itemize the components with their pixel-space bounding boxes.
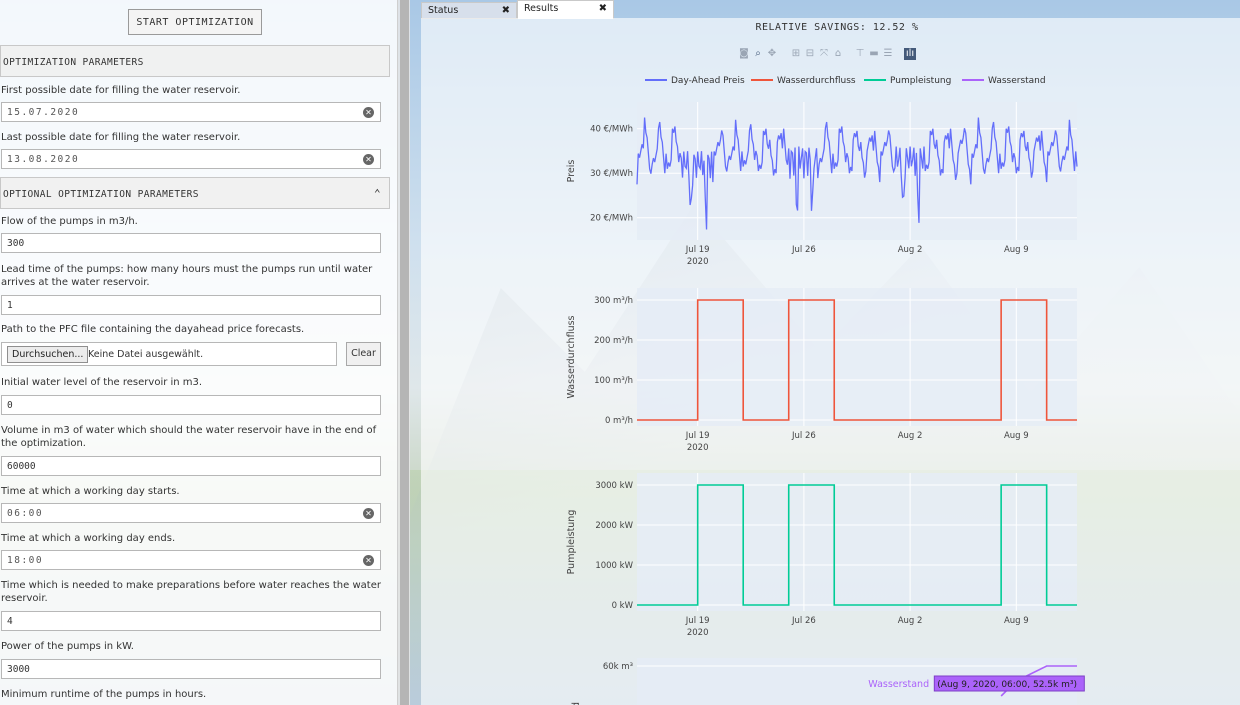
target-volume-input[interactable]: 60000	[1, 456, 381, 476]
x-tick-label: 2020	[687, 257, 709, 267]
x-tick-label: Aug 9	[1004, 431, 1029, 441]
close-icon[interactable]: ✖	[599, 3, 607, 14]
x-tick-label: Aug 9	[1004, 616, 1029, 626]
y-tick-label: 0 m³/h	[605, 416, 633, 426]
pfc-label: Path to the PFC file containing the daya…	[1, 324, 305, 335]
x-tick-label: Jul 26	[791, 431, 816, 441]
y-tick-label: 200 m³/h	[594, 336, 633, 346]
clear-icon[interactable]: ✕	[363, 154, 374, 165]
x-tick-label: Jul 19	[685, 245, 710, 255]
day-start-value: 06:00	[7, 508, 44, 519]
x-tick-label: 2020	[687, 628, 709, 638]
prep-time-input[interactable]: 4	[1, 611, 381, 631]
y-tick-label: 3000 kW	[595, 481, 633, 491]
y-tick-label: 20 €/MWh	[590, 214, 633, 224]
day-start-label: Time at which a working day starts.	[1, 486, 180, 497]
min-runtime-label: Minimum runtime of the pumps in hours.	[1, 689, 207, 700]
left-scrollbar[interactable]	[397, 0, 410, 705]
y-tick-label: 0 kW	[612, 601, 634, 611]
x-tick-label: Jul 19	[685, 431, 710, 441]
y-tick-label: 1000 kW	[595, 561, 633, 571]
results-panel: RELATIVE SAVINGS: 12.52 % ◙ ⌕ ✥ ⊞ ⊟ ⤧ ⌂ …	[421, 18, 1240, 705]
y-axis-title: Preis	[566, 160, 577, 183]
pump-power-input[interactable]: 3000	[1, 659, 381, 679]
browse-button[interactable]: Durchsuchen...	[7, 346, 89, 363]
last-date-input[interactable]: 13.08.2020 ✕	[1, 149, 381, 169]
first-date-value: 15.07.2020	[7, 107, 80, 118]
day-end-value: 18:00	[7, 555, 44, 566]
close-icon[interactable]: ✖	[502, 5, 510, 16]
day-end-label: Time at which a working day ends.	[1, 533, 176, 544]
x-tick-label: Aug 2	[898, 616, 923, 626]
flow-label: Flow of the pumps in m3/h.	[1, 216, 138, 227]
start-optimization-button[interactable]: START OPTIMIZATION	[128, 9, 262, 35]
last-date-value: 13.08.2020	[7, 154, 80, 165]
clear-icon[interactable]: ✕	[363, 555, 374, 566]
flow-input[interactable]: 300	[1, 233, 381, 253]
initial-level-label: Initial water level of the reservoir in …	[1, 377, 203, 388]
scrollbar-thumb[interactable]	[400, 0, 409, 705]
y-axis-title: Pumpleistung	[566, 510, 577, 575]
x-tick-label: Jul 19	[685, 616, 710, 626]
y-tick-label: 60k m³	[603, 662, 633, 672]
no-file-text: Keine Datei ausgewählt.	[88, 349, 204, 360]
tooltip-series-label: Wasserstand	[868, 679, 929, 690]
clear-icon[interactable]: ✕	[363, 508, 374, 519]
clear-icon[interactable]: ✕	[363, 107, 374, 118]
y-tick-label: 300 m³/h	[594, 296, 633, 306]
tab-status[interactable]: Status ✖	[421, 2, 517, 19]
day-start-input[interactable]: 06:00 ✕	[1, 503, 381, 523]
last-date-label: Last possible date for filling the water…	[1, 132, 241, 143]
y-axis-title: Wasserdurchfluss	[566, 315, 577, 398]
tab-status-label: Status	[428, 5, 459, 16]
x-tick-label: Jul 26	[791, 616, 816, 626]
chevron-up-icon: ⌃	[373, 187, 381, 200]
clear-file-button[interactable]: Clear	[346, 342, 381, 366]
lead-time-label: Lead time of the pumps: how many hours m…	[1, 264, 373, 288]
section-optimization-parameters[interactable]: OPTIMIZATION PARAMETERS	[0, 45, 390, 77]
charts-svg[interactable]: Jul 19 2020 Jul 26 Aug 2 Aug 9 20 €/MWh 30 €/M…	[421, 18, 1240, 705]
x-tick-label: Aug 2	[898, 431, 923, 441]
first-date-input[interactable]: 15.07.2020 ✕	[1, 102, 381, 122]
plot-area	[637, 473, 1077, 611]
section-optional-title: OPTIONAL OPTIMIZATION PARAMETERS	[3, 189, 199, 200]
x-tick-label: Jul 26	[791, 245, 816, 255]
plot-area	[637, 288, 1077, 426]
x-tick-label: Aug 9	[1004, 245, 1029, 255]
x-tick-label: Aug 2	[898, 245, 923, 255]
day-end-input[interactable]: 18:00 ✕	[1, 550, 381, 570]
pump-power-label: Power of the pumps in kW.	[1, 641, 134, 652]
section-optional-parameters[interactable]: OPTIONAL OPTIMIZATION PARAMETERS ⌃	[0, 177, 390, 209]
y-tick-label: 2000 kW	[595, 521, 633, 531]
y-tick-label: 40 €/MWh	[590, 125, 633, 135]
lead-time-input[interactable]: 1	[1, 295, 381, 315]
tab-results-label: Results	[524, 3, 559, 14]
initial-level-input[interactable]: 0	[1, 395, 381, 415]
target-volume-label: Volume in m3 of water which should the w…	[1, 425, 377, 449]
first-date-label: First possible date for filling the wate…	[1, 85, 241, 96]
y-tick-label: 100 m³/h	[594, 376, 633, 386]
pfc-file-input[interactable]: Durchsuchen... Keine Datei ausgewählt.	[1, 342, 337, 366]
tooltip-value: (Aug 9, 2020, 06:00, 52.5k m³)	[937, 680, 1077, 690]
tab-results[interactable]: Results ✖	[517, 0, 614, 19]
y-tick-label: 30 €/MWh	[590, 169, 633, 179]
x-tick-label: 2020	[687, 443, 709, 453]
parameters-panel: START OPTIMIZATION OPTIMIZATION PARAMETE…	[0, 0, 397, 705]
prep-time-label: Time which is needed to make preparation…	[1, 580, 381, 604]
